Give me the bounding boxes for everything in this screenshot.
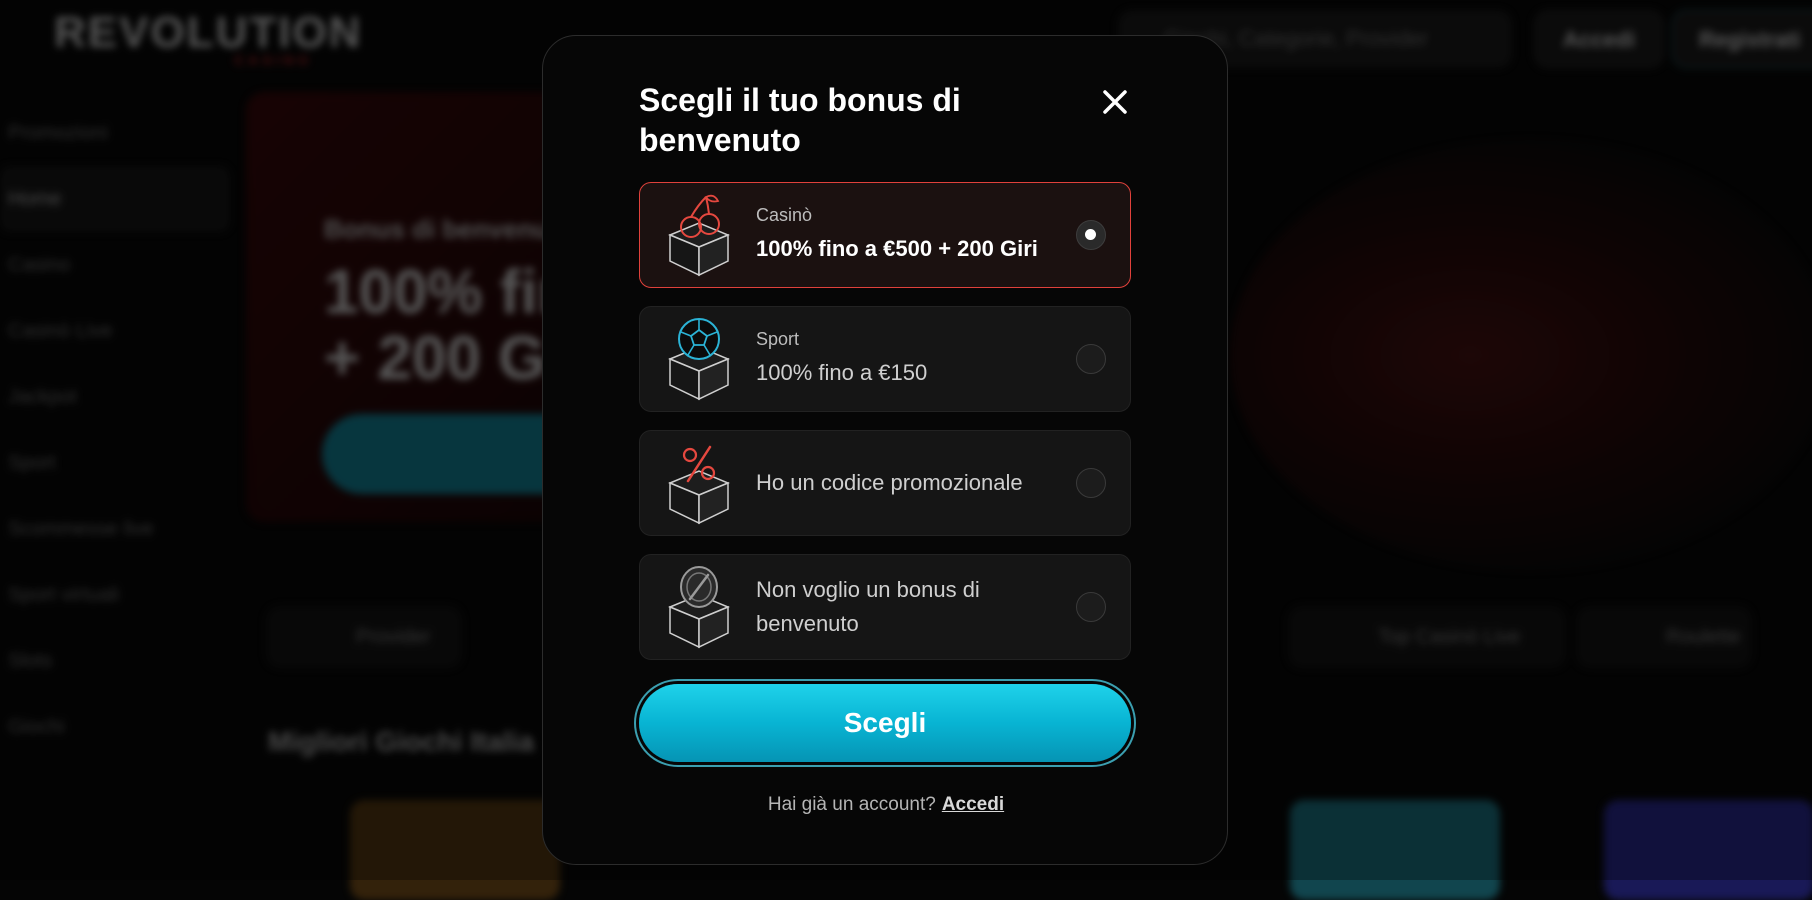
option-description: 100% fino a €150	[756, 359, 928, 385]
option-description: Ho un codice promozionale	[756, 470, 1023, 495]
radio-sport[interactable]	[1076, 344, 1106, 374]
bonus-option-no-bonus[interactable]: Non voglio un bonus di benvenuto	[639, 554, 1131, 660]
football-icon	[668, 318, 730, 401]
account-prompt: Hai già un account? Accedi	[543, 794, 1229, 816]
option-text: Non voglio un bonus di benvenuto	[756, 555, 1056, 659]
option-category: Sport	[756, 328, 800, 349]
bonus-option-casino[interactable]: Casinò 100% fino a €500 + 200 Giri	[639, 182, 1131, 288]
percent-icon	[668, 445, 730, 525]
no-bonus-coin-icon	[668, 566, 730, 649]
close-button[interactable]	[1095, 82, 1135, 122]
option-text: Sport 100% fino a €150	[756, 307, 1056, 411]
welcome-bonus-modal: Scegli il tuo bonus di benvenuto Casinò …	[542, 35, 1228, 865]
option-text: Casinò 100% fino a €500 + 200 Giri	[756, 183, 1056, 287]
radio-casino[interactable]	[1076, 220, 1106, 250]
choose-button[interactable]: Scegli	[639, 684, 1131, 762]
modal-title: Scegli il tuo bonus di benvenuto	[639, 82, 961, 158]
close-icon	[1103, 90, 1127, 114]
option-text: Ho un codice promozionale	[756, 431, 1056, 535]
cherry-icon	[668, 194, 730, 277]
radio-no-bonus[interactable]	[1076, 592, 1106, 622]
bonus-option-sport[interactable]: Sport 100% fino a €150	[639, 306, 1131, 412]
option-description: Non voglio un bonus di benvenuto	[756, 577, 980, 636]
radio-promo-code[interactable]	[1076, 468, 1106, 498]
account-question: Hai già un account?	[767, 794, 936, 815]
bonus-option-promo-code[interactable]: Ho un codice promozionale	[639, 430, 1131, 536]
login-link[interactable]: Accedi	[942, 794, 1004, 815]
option-description: 100% fino a €500 + 200 Giri	[756, 235, 1038, 261]
option-category: Casinò	[756, 204, 813, 225]
